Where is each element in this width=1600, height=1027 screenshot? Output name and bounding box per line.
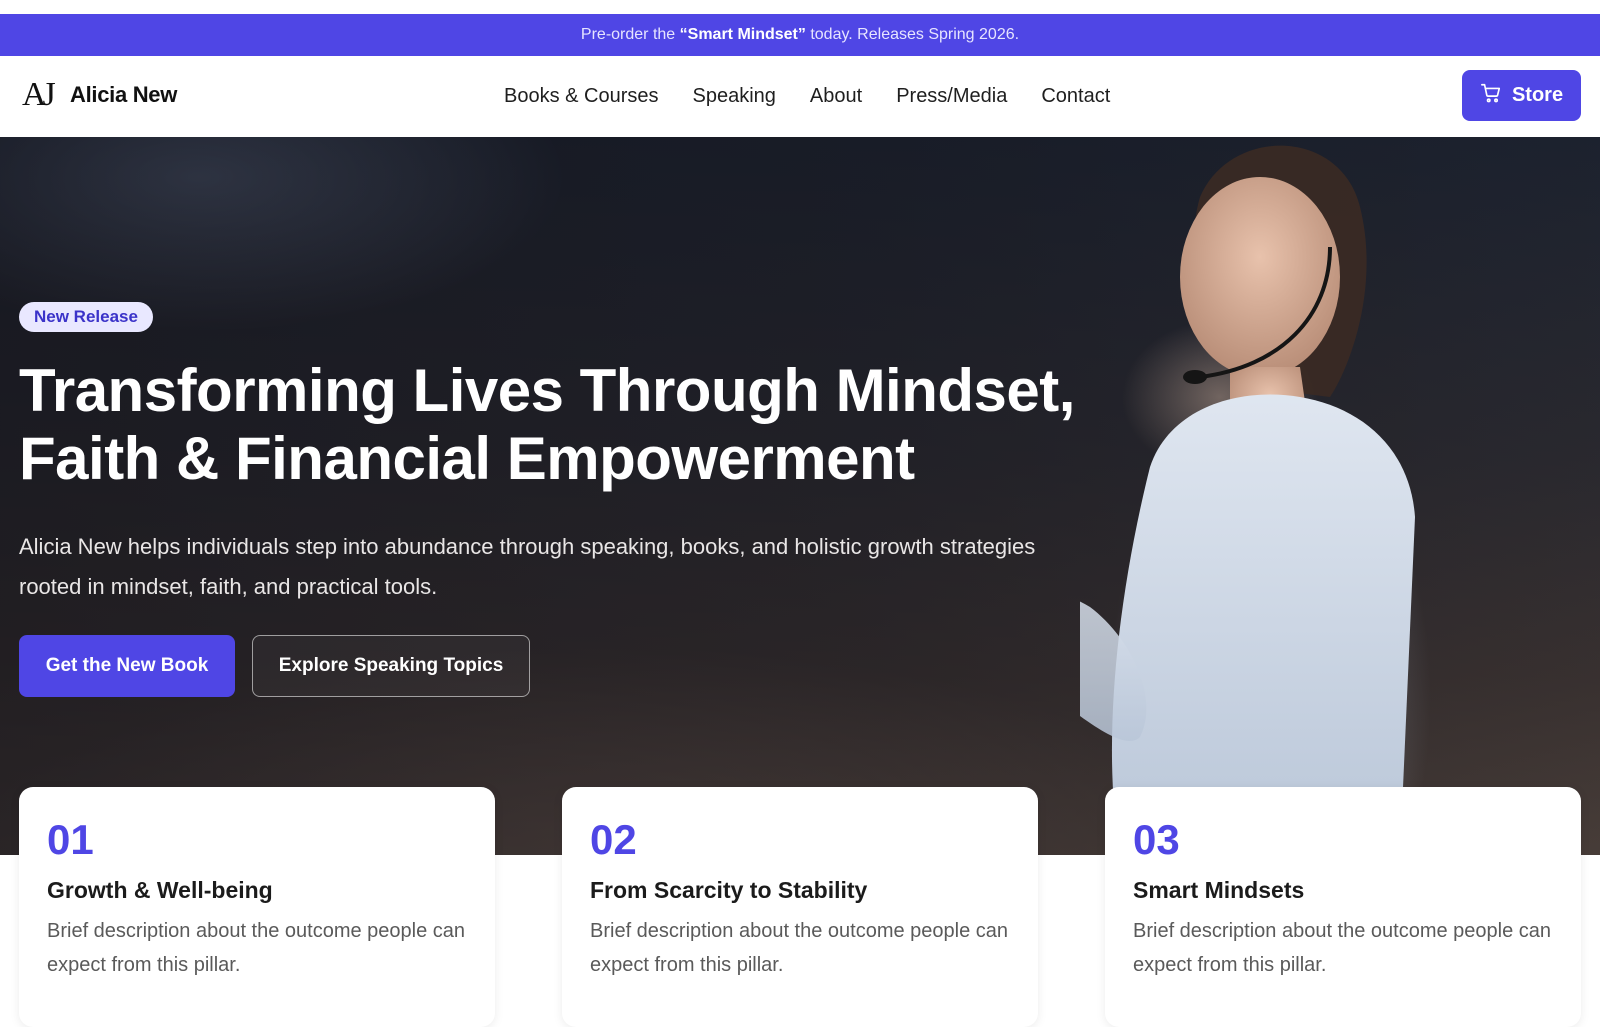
announcement-bar: Pre-order the “Smart Mindset” today. Rel… [0,14,1600,56]
hero-headline-line2: Faith & Financial Empowerment [19,425,915,492]
brand-logo-link[interactable]: AJ Alicia New [22,78,177,112]
pillar-number: 02 [590,816,637,863]
pillar-title: From Scarcity to Stability [590,877,868,903]
explore-speaking-topics-button[interactable]: Explore Speaking Topics [252,635,530,697]
announcement-prefix: Pre-order the [580,26,680,43]
get-new-book-button[interactable]: Get the New Book [19,635,235,697]
top-strip [0,0,1600,14]
pillar-title: Growth & Well-being [47,877,273,903]
pillar-card: 03 Smart Mindsets Brief description abou… [1105,787,1581,1027]
hero-subheading: Alicia New helps individuals step into a… [19,534,1036,599]
nav-item-about[interactable]: About [810,85,862,108]
pillar-card: 01 Growth & Well-being Brief description… [19,787,495,1027]
store-label: Store [1511,84,1564,106]
nav-item-books-courses[interactable]: Books & Courses [504,85,659,108]
nav-item-speaking[interactable]: Speaking [693,85,776,108]
pillar-title: Smart Mindsets [1133,877,1305,903]
pillar-number: 01 [47,816,94,863]
hero-section: New Release Transforming Lives Through M… [0,137,1600,855]
pillars-section: 01 Growth & Well-being Brief description… [0,787,1600,1027]
cart-icon [1480,82,1502,110]
nav-item-press-media[interactable]: Press/Media [896,85,1007,108]
store-button[interactable]: Store [1462,70,1581,121]
announcement-suffix: today. Releases Spring 2026. [805,26,1020,43]
hero-headline-line1: Transforming Lives Through Mindset, [19,357,1075,424]
pillar-description: Brief description about the outcome peop… [47,920,466,976]
hero-headline: Transforming Lives Through Mindset, Fait… [19,357,1119,493]
main-nav: Books & Courses Speaking About Press/Med… [504,56,1110,137]
pillar-description: Brief description about the outcome peop… [590,920,1009,976]
brand-name: Alicia New [70,82,178,107]
brand-monogram: AJ [22,76,56,113]
new-release-badge: New Release [19,302,153,332]
pillar-number: 03 [1133,816,1180,863]
speaker-photo [1080,145,1415,855]
site-header: AJ Alicia New Books & Courses Speaking A… [0,56,1600,137]
nav-item-contact[interactable]: Contact [1041,85,1110,108]
announcement-highlight[interactable]: “Smart Mindset” [680,26,806,44]
pillar-description: Brief description about the outcome peop… [1133,920,1552,976]
pillar-card: 02 From Scarcity to Stability Brief desc… [562,787,1038,1027]
